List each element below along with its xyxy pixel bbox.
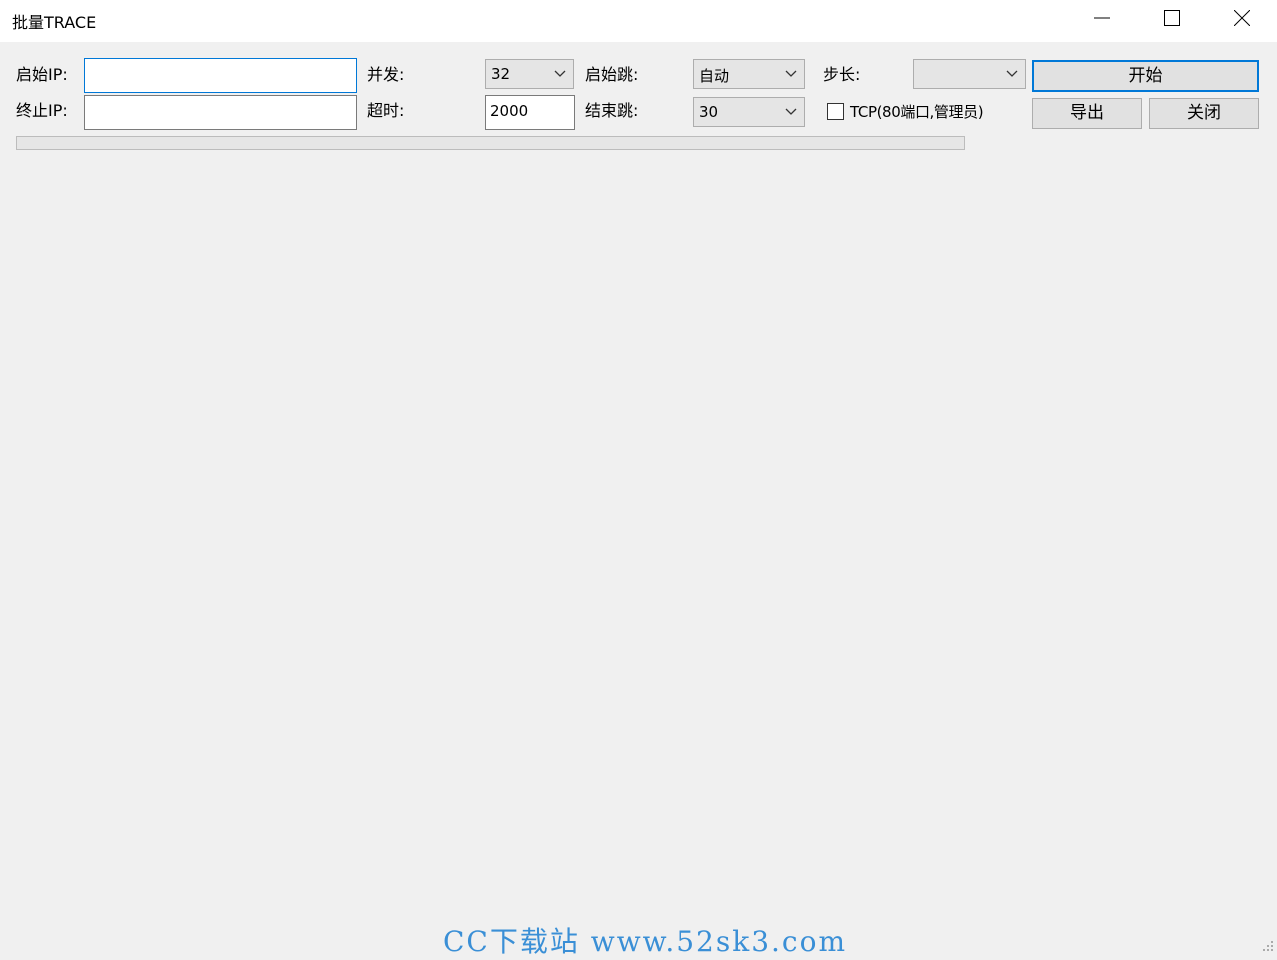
end-hop-label: 结束跳:: [585, 101, 639, 120]
start-button[interactable]: 开始: [1032, 60, 1259, 92]
title-bar: 批量TRACE: [0, 0, 1277, 42]
start-hop-select[interactable]: 自动: [693, 59, 805, 89]
end-ip-input[interactable]: [84, 95, 357, 130]
end-hop-value: 30: [699, 103, 719, 121]
concurrency-select[interactable]: 32: [485, 59, 574, 89]
chevron-down-icon: [554, 70, 566, 77]
tcp-checkbox[interactable]: [827, 103, 844, 120]
concurrency-value: 32: [491, 65, 511, 83]
concurrency-label: 并发:: [367, 65, 405, 84]
timeout-label: 超时:: [367, 101, 405, 120]
close-button[interactable]: 关闭: [1149, 98, 1259, 129]
close-window-button[interactable]: [1207, 0, 1277, 36]
chevron-down-icon: [785, 70, 797, 77]
end-ip-label: 终止IP:: [16, 101, 68, 120]
resize-grip-icon[interactable]: [1262, 940, 1274, 952]
minimize-icon: [1094, 17, 1110, 19]
progress-bar: [16, 136, 965, 150]
timeout-input[interactable]: 2000: [485, 95, 575, 130]
window-title: 批量TRACE: [12, 13, 97, 32]
watermark-text: CC下载站 www.52sk3.com: [443, 925, 847, 958]
end-hop-select[interactable]: 30: [693, 97, 805, 127]
close-icon: [1234, 10, 1250, 26]
minimize-button[interactable]: [1067, 0, 1137, 36]
start-ip-label: 启始IP:: [16, 65, 68, 84]
start-ip-input[interactable]: [84, 58, 357, 93]
start-hop-value: 自动: [699, 67, 730, 85]
maximize-button[interactable]: [1137, 0, 1207, 36]
start-hop-label: 启始跳:: [585, 65, 639, 84]
tcp-checkbox-label[interactable]: TCP(80端口,管理员): [850, 102, 984, 122]
maximize-icon: [1164, 10, 1180, 26]
chevron-down-icon: [785, 108, 797, 115]
step-select[interactable]: [913, 59, 1026, 89]
step-label: 步长:: [823, 65, 861, 84]
chevron-down-icon: [1006, 70, 1018, 77]
export-button[interactable]: 导出: [1032, 98, 1142, 129]
